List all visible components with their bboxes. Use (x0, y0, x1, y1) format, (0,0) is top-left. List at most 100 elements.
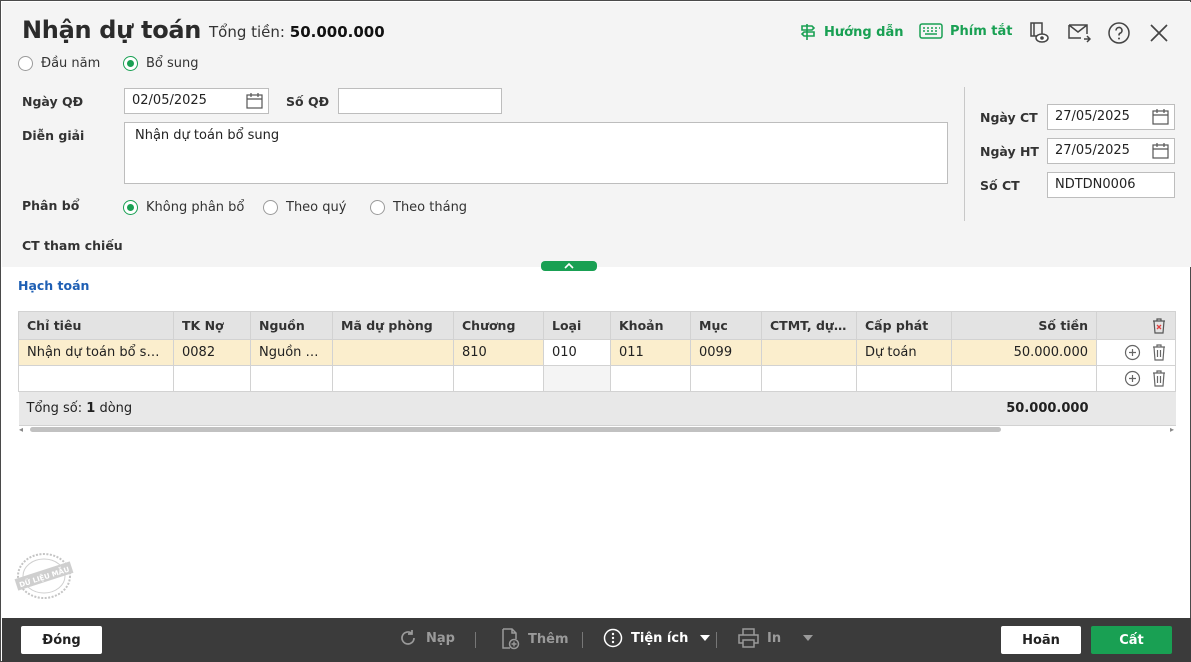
total-label: Tổng tiền: (209, 23, 285, 41)
delete-row-icon[interactable] (1151, 370, 1167, 387)
summary-count-value: 1 (86, 401, 96, 416)
dien-giai-textarea[interactable]: Nhận dự toán bổ sung (124, 122, 948, 184)
form-divider (964, 87, 965, 221)
cell-khoan[interactable]: 011 (610, 339, 691, 366)
cell-empty[interactable] (951, 365, 1097, 392)
close-button[interactable]: Đóng (21, 626, 102, 654)
total-value: 50.000.000 (289, 23, 385, 41)
close-icon[interactable] (1147, 21, 1171, 45)
so-qd-label: Số QĐ (286, 94, 330, 109)
so-qd-field[interactable] (338, 88, 502, 114)
radio-theo-quy[interactable]: Theo quý (263, 200, 346, 215)
ngay-ct-field[interactable]: 27/05/2025 (1047, 104, 1175, 130)
view-history-icon[interactable] (1027, 21, 1051, 45)
cell-empty[interactable] (332, 365, 454, 392)
load-label: Nạp (426, 630, 455, 646)
delete-row-icon[interactable] (1151, 344, 1167, 361)
col-header[interactable]: Cấp phát (856, 311, 952, 340)
cell-empty[interactable] (250, 365, 333, 392)
cell-ctmt[interactable] (761, 339, 857, 366)
radio-khong-phan-bo[interactable]: Không phân bổ (123, 200, 244, 215)
row-actions (1096, 339, 1176, 366)
cell-empty[interactable] (453, 365, 544, 392)
load-button[interactable]: Nạp (398, 628, 455, 648)
add-row-icon[interactable] (1124, 344, 1141, 361)
print-label: In (767, 630, 782, 646)
cell-empty[interactable] (610, 365, 691, 392)
delete-all-icon[interactable] (1151, 317, 1167, 334)
accounting-table: Chỉ tiêu TK Nợ Nguồn Mã dự phòng Chương … (18, 311, 1176, 426)
radio-dau-nam[interactable]: Đầu năm (18, 56, 100, 71)
ngay-ct-label: Ngày CT (980, 110, 1038, 125)
cell-nguon[interactable]: Nguồn n... (250, 339, 333, 366)
cell-muc[interactable]: 0099 (690, 339, 762, 366)
calendar-icon[interactable] (1152, 109, 1169, 125)
cell-ma-du-phong[interactable] (332, 339, 454, 366)
radio-theo-thang-label: Theo tháng (393, 200, 468, 215)
add-row-icon[interactable] (1124, 370, 1141, 387)
so-ct-label: Số CT (980, 178, 1020, 193)
calendar-icon[interactable] (246, 93, 263, 109)
ngay-ht-field[interactable]: 27/05/2025 (1047, 138, 1175, 164)
footer-separator (582, 632, 583, 648)
col-header[interactable]: Số tiền (951, 311, 1097, 340)
print-menu[interactable]: In (738, 628, 814, 648)
table-row-empty[interactable] (18, 365, 1176, 392)
save-button[interactable]: Cất (1091, 626, 1172, 654)
shortcut-link[interactable]: Phím tắt (919, 23, 1013, 39)
radio-theo-quy-label: Theo quý (286, 200, 347, 215)
cell-chuong[interactable]: 810 (453, 339, 544, 366)
col-header[interactable]: CTMT, dự án (761, 311, 857, 340)
cell-so-tien[interactable]: 50.000.000 (951, 339, 1097, 366)
cell-empty[interactable] (690, 365, 762, 392)
so-ct-field[interactable]: NDTDN0006 (1047, 172, 1175, 198)
cell-cap-phat[interactable]: Dự toán (856, 339, 952, 366)
calendar-icon[interactable] (1152, 143, 1169, 159)
cell-empty[interactable] (761, 365, 857, 392)
cell-chi-tieu[interactable]: Nhận dự toán bổ sung (18, 339, 174, 366)
radio-dau-nam-label: Đầu năm (41, 56, 101, 71)
radio-bo-sung[interactable]: Bổ sung (123, 56, 199, 71)
col-header[interactable]: Chương (453, 311, 544, 340)
cancel-button[interactable]: Hoãn (1001, 626, 1081, 654)
tab-hach-toan[interactable]: Hạch toán (18, 278, 89, 293)
col-header[interactable]: TK Nợ (173, 311, 251, 340)
mail-send-icon[interactable] (1067, 21, 1091, 45)
add-button[interactable]: Thêm (500, 628, 569, 650)
scroll-right-icon[interactable]: ▸ (1170, 425, 1174, 434)
add-label: Thêm (528, 631, 569, 647)
cell-tk-no[interactable]: 0082 (173, 339, 251, 366)
col-header[interactable]: Mục (690, 311, 762, 340)
help-icon[interactable] (1107, 21, 1131, 45)
printer-icon (738, 628, 759, 648)
ngay-qd-value: 02/05/2025 (132, 93, 207, 108)
utility-label: Tiện ích (631, 630, 689, 646)
collapse-header-button[interactable] (541, 261, 597, 271)
table-row[interactable]: Nhận dự toán bổ sung 0082 Nguồn n... 810… (18, 339, 1176, 366)
cell-loai[interactable]: 010 (543, 339, 611, 366)
dien-giai-label: Diễn giải (22, 128, 85, 143)
utility-menu[interactable]: Tiện ích (603, 628, 711, 648)
col-header[interactable]: Nguồn (250, 311, 333, 340)
cell-empty[interactable] (173, 365, 251, 392)
col-header[interactable]: Chỉ tiêu (18, 311, 174, 340)
radio-theo-quy-dot (263, 200, 278, 215)
cell-empty[interactable] (543, 365, 611, 392)
col-header[interactable]: Mã dự phòng (332, 311, 454, 340)
sample-data-stamp: DỮ LIỆU MẪU (14, 553, 74, 599)
delete-all-header (1096, 311, 1176, 340)
radio-dau-nam-dot (18, 56, 33, 71)
ngay-ht-label: Ngày HT (980, 144, 1039, 159)
radio-bo-sung-label: Bổ sung (146, 56, 199, 71)
col-header[interactable]: Khoản (610, 311, 691, 340)
guide-link[interactable]: Hướng dẫn (799, 23, 904, 41)
ngay-qd-field[interactable]: 02/05/2025 (124, 88, 269, 114)
cell-empty[interactable] (18, 365, 174, 392)
col-header[interactable]: Loại (543, 311, 611, 340)
scrollbar-thumb[interactable] (30, 427, 1001, 432)
horizontal-scrollbar[interactable]: ◂ ▸ (18, 425, 1175, 434)
ngay-ct-value: 27/05/2025 (1055, 109, 1130, 124)
scroll-left-icon[interactable]: ◂ (19, 425, 23, 434)
cell-empty[interactable] (856, 365, 952, 392)
radio-theo-thang[interactable]: Theo tháng (370, 200, 467, 215)
